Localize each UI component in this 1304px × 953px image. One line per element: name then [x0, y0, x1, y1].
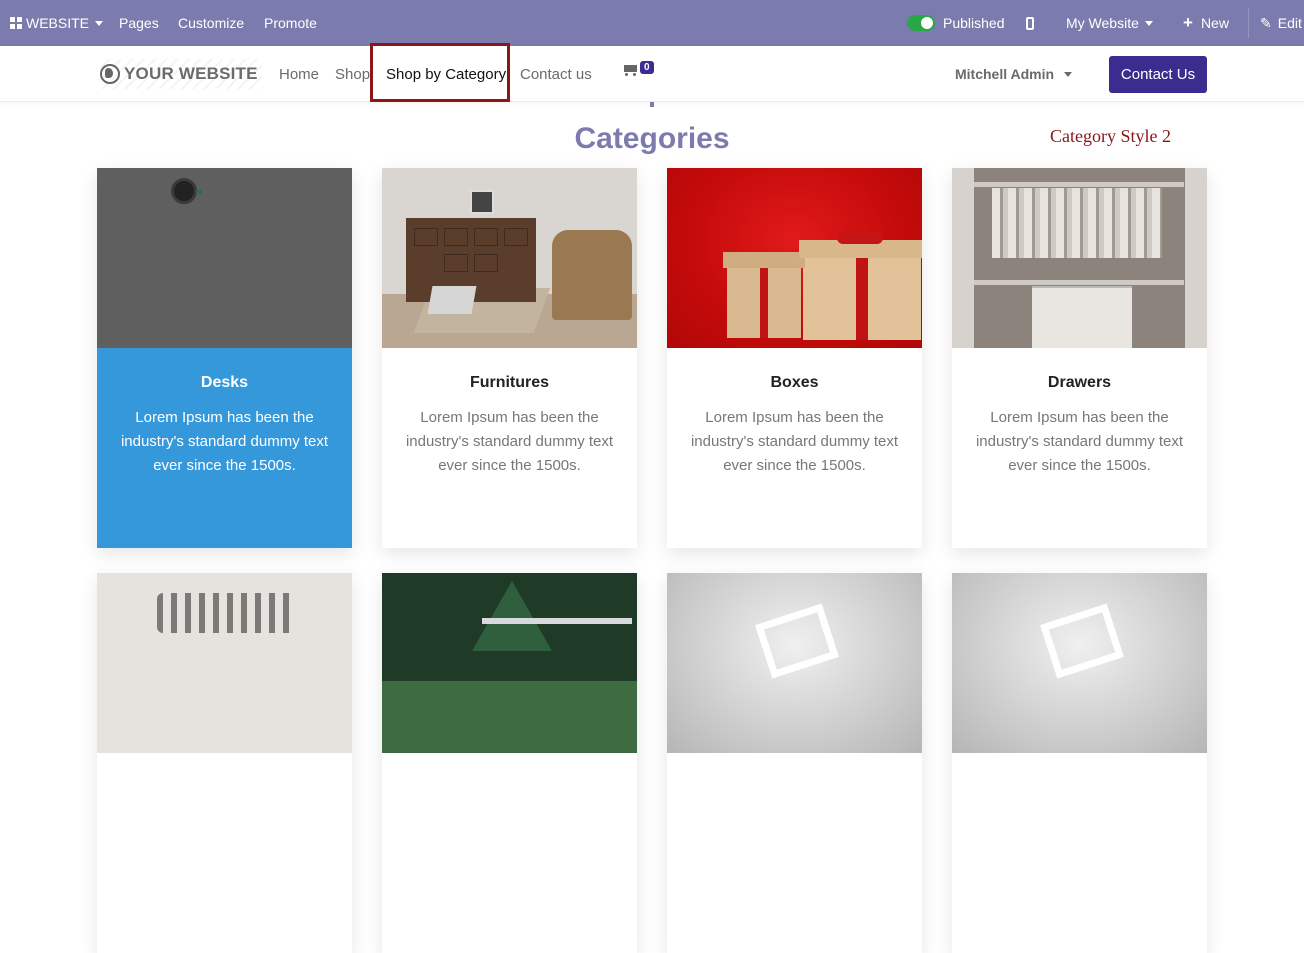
edit-button[interactable]: ✎ Edit — [1260, 0, 1302, 46]
category-card-desks[interactable]: Desks Lorem Ipsum has been the industry'… — [97, 168, 352, 548]
cart-button[interactable]: 0 — [622, 61, 654, 81]
image-placeholder-icon — [1040, 603, 1124, 679]
category-card-drawers[interactable]: Drawers Lorem Ipsum has been the industr… — [952, 168, 1207, 548]
website-selector[interactable]: My Website — [1066, 0, 1153, 46]
lamp-shape — [171, 178, 202, 204]
pencil-icon: ✎ — [1260, 14, 1272, 31]
website-app-menu[interactable]: WEBSITE — [10, 0, 104, 46]
globe-icon — [100, 64, 120, 84]
category-title[interactable]: Furnitures — [382, 374, 637, 392]
shopping-cart-icon — [622, 62, 640, 76]
user-name: Mitchell Admin — [955, 66, 1055, 82]
category-image[interactable] — [952, 573, 1207, 753]
new-button[interactable]: + New — [1183, 0, 1229, 46]
chevron-down-icon — [95, 20, 104, 26]
category-image-drawers[interactable] — [952, 168, 1207, 348]
mobile-preview-button[interactable] — [1026, 0, 1034, 46]
published-toggle[interactable]: Published — [907, 0, 1005, 46]
category-image[interactable] — [667, 573, 922, 753]
contact-us-button[interactable]: Contact Us — [1109, 56, 1207, 93]
user-menu[interactable]: Mitchell Admin — [955, 46, 1073, 102]
chair-shape — [552, 230, 632, 320]
picture-frame-shape — [470, 190, 494, 214]
apps-grid-icon — [10, 17, 22, 29]
mobile-phone-icon — [1026, 16, 1034, 30]
category-card[interactable] — [97, 573, 352, 953]
menu-promote[interactable]: Promote — [264, 0, 317, 46]
tape-shape — [482, 618, 632, 624]
chevron-down-icon — [1064, 71, 1073, 77]
category-description: Lorem Ipsum has been the industry's stan… — [120, 409, 329, 474]
gift-box-shape — [803, 248, 921, 340]
nav-home[interactable]: Home — [279, 46, 319, 102]
plus-icon: + — [1183, 13, 1193, 32]
edit-label: Edit — [1277, 15, 1302, 31]
category-image-desks[interactable] — [97, 168, 352, 348]
category-card[interactable] — [667, 573, 922, 953]
category-card-boxes[interactable]: Boxes Lorem Ipsum has been the industry'… — [667, 168, 922, 548]
wardrobe-side-shape — [952, 168, 974, 348]
toggle-switch[interactable] — [907, 15, 935, 31]
cart-count-badge: 0 — [640, 61, 654, 74]
highlight-annotation-box — [370, 43, 510, 102]
ribbon-bow-shape — [837, 232, 883, 244]
shelf-shape — [974, 182, 1184, 187]
gift-box-shape — [727, 258, 801, 338]
category-title[interactable]: Boxes — [667, 374, 922, 392]
style-annotation-label: Category Style 2 — [1050, 126, 1171, 146]
site-header: YOUR WEBSITE Home Shop Shop by Category … — [0, 43, 1304, 102]
image-placeholder-icon — [755, 603, 839, 679]
divider — [1248, 8, 1249, 38]
category-image-furnitures[interactable] — [382, 168, 637, 348]
gift-lid-shape — [723, 252, 805, 268]
nav-shop[interactable]: Shop — [335, 46, 370, 102]
category-card[interactable] — [382, 573, 637, 953]
category-description: Lorem Ipsum has been the industry's stan… — [690, 409, 899, 474]
category-description: Lorem Ipsum has been the industry's stan… — [405, 409, 614, 474]
tools-shape — [157, 593, 297, 633]
app-label: WEBSITE — [26, 15, 90, 31]
clothes-shape — [992, 188, 1162, 258]
divider — [650, 102, 654, 107]
chevron-down-icon — [1144, 20, 1153, 26]
laptop-shape — [427, 286, 477, 314]
category-title[interactable]: Desks — [97, 374, 352, 392]
menu-pages[interactable]: Pages — [119, 0, 159, 46]
category-image[interactable] — [97, 573, 352, 753]
category-description: Lorem Ipsum has been the industry's stan… — [975, 409, 1184, 474]
nav-contact-us[interactable]: Contact us — [520, 46, 592, 102]
category-card[interactable] — [952, 573, 1207, 953]
drawer-shape — [1032, 286, 1132, 348]
category-image-boxes[interactable] — [667, 168, 922, 348]
logo-text: YOUR WEBSITE — [124, 64, 258, 83]
admin-bar: WEBSITE Pages Customize Promote Publishe… — [0, 0, 1304, 46]
new-label: New — [1200, 15, 1229, 31]
wardrobe-side-shape — [1185, 168, 1207, 348]
menu-customize[interactable]: Customize — [178, 0, 244, 46]
site-logo[interactable]: YOUR WEBSITE — [100, 59, 262, 89]
shelf-shape — [974, 280, 1184, 285]
published-label: Published — [943, 15, 1005, 31]
website-selector-label: My Website — [1066, 15, 1139, 31]
category-card-furnitures[interactable]: Furnitures Lorem Ipsum has been the indu… — [382, 168, 637, 548]
tree-shape — [472, 581, 552, 651]
category-image[interactable] — [382, 573, 637, 753]
category-title[interactable]: Drawers — [952, 374, 1207, 392]
